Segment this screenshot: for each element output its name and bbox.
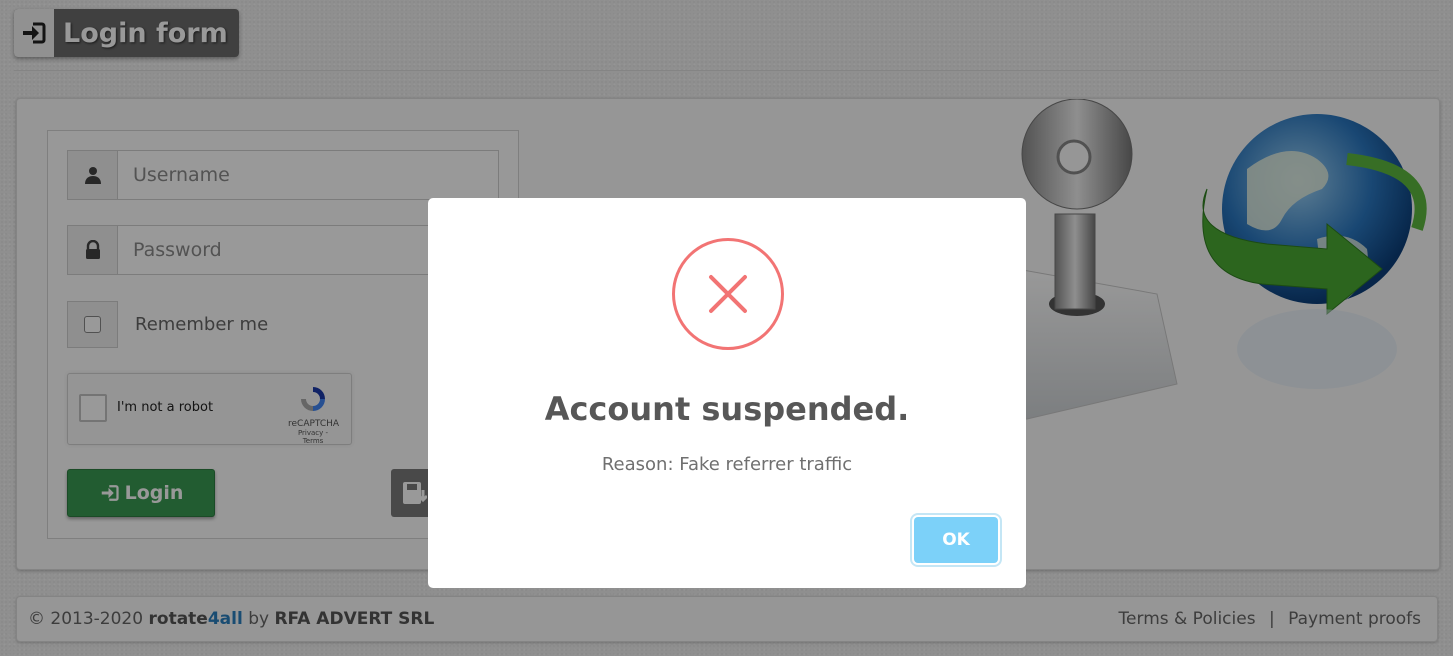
ok-button[interactable]: OK (914, 517, 998, 563)
error-x-icon (672, 238, 784, 350)
dialog-message: Reason: Fake referrer traffic (601, 454, 853, 475)
suspension-dialog: Account suspended. Reason: Fake referrer… (428, 198, 1026, 588)
dialog-title: Account suspended. (544, 390, 910, 428)
